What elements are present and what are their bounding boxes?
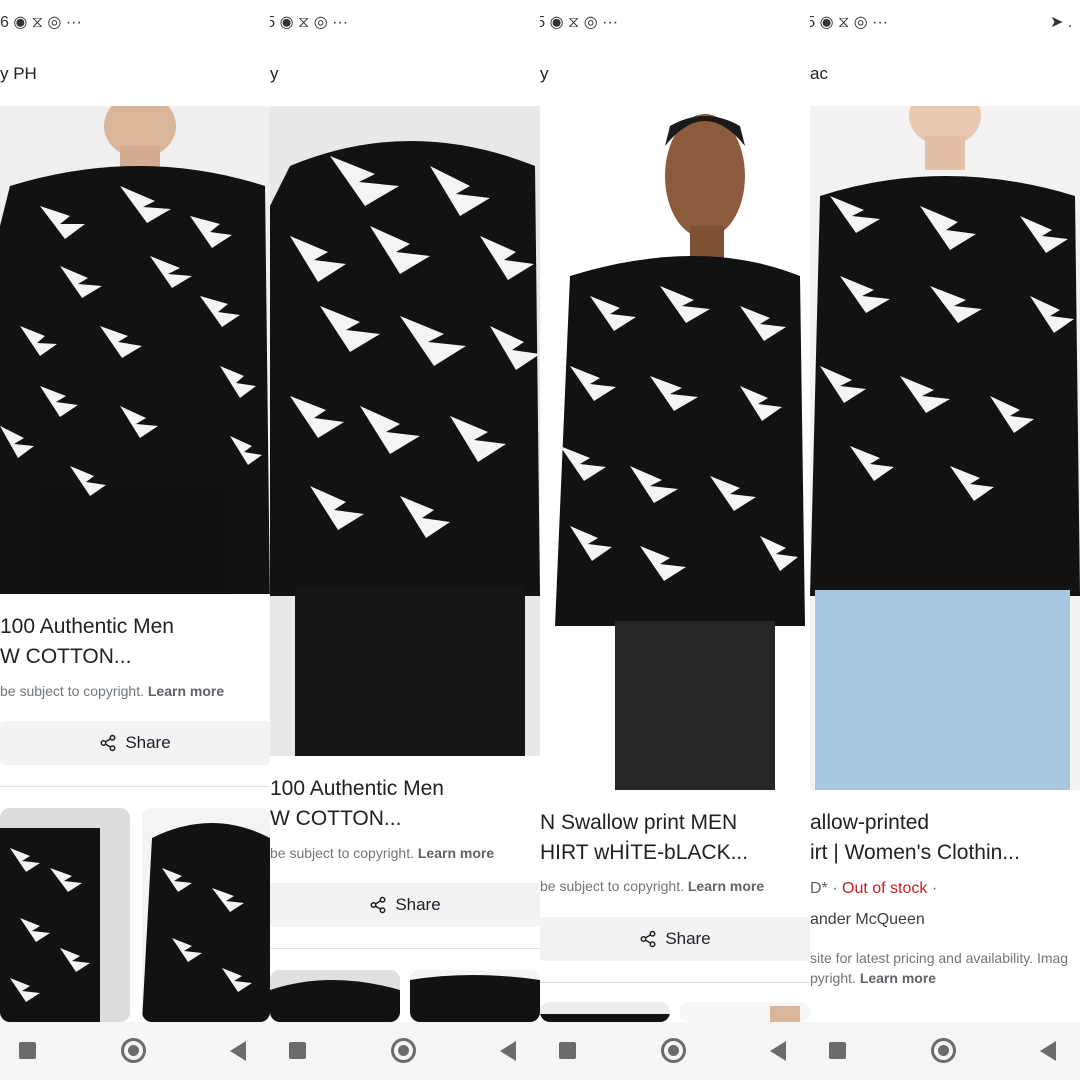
back-icon[interactable] [1040,1041,1056,1061]
learn-more-link[interactable]: Learn more [688,878,764,894]
home-icon[interactable] [121,1038,146,1063]
stock-status: Out of stock [842,880,928,897]
status-bar: 6 ◉ ⧖ ◎ ··· [0,10,270,38]
screenshot-panel-2: ➤ .5 ◉ ⧖ ◎ ··· y [270,0,540,1080]
screenshot-panel-4: ➤ .5 ◉ ⧖ ◎ ··· ➤ . ac [810,0,1080,1080]
status-bar: ➤ .5 ◉ ⧖ ◎ ··· [540,10,810,38]
share-icon [100,734,116,752]
price-stock-row: D* · Out of stock · [810,880,938,897]
model-photo-women [810,106,1080,790]
site-name: y PH [0,64,37,83]
copyright-notice: be subject to copyright. Learn more [270,845,495,861]
recent-apps-icon[interactable] [559,1042,576,1059]
home-icon[interactable] [931,1038,956,1063]
android-nav-bar [270,1022,540,1080]
product-image[interactable] [810,106,1080,790]
back-icon[interactable] [230,1041,246,1061]
share-icon [370,896,386,914]
screenshot-panel-1: 6 ◉ ⧖ ◎ ··· y PH 100 Authentic Men W COT… [0,0,270,1080]
related-image-thumb[interactable] [680,1002,810,1022]
copyright-notice: be subject to copyright. Learn more [540,878,765,894]
learn-more-link[interactable]: Learn more [418,845,494,861]
product-title[interactable]: 100 Authentic Men W COTTON... [270,774,444,834]
divider [0,786,270,787]
status-icons: ➤ .5 ◉ ⧖ ◎ ··· [540,14,619,31]
related-image-thumb[interactable] [142,808,270,1022]
share-button[interactable]: Share [270,883,540,927]
screenshot-panel-3: ➤ .5 ◉ ⧖ ◎ ··· y [540,0,810,1080]
related-image-thumb[interactable] [270,970,400,1022]
related-image-thumb[interactable] [0,808,130,1022]
sweater-photo-front [0,106,270,594]
site-name: y [540,64,549,83]
site-name: y [270,64,279,83]
product-title[interactable]: 100 Authentic Men W COTTON... [0,612,174,672]
share-button[interactable]: Share [540,917,810,961]
product-title[interactable]: allow-printed irt | Women's Clothin... [810,808,1020,868]
copyright-notice: be subject to copyright. Learn more [0,683,225,699]
sweater-photo-back [270,106,540,756]
back-icon[interactable] [770,1041,786,1061]
recent-apps-icon[interactable] [19,1042,36,1059]
divider [270,948,540,949]
product-image[interactable] [0,106,270,594]
related-image-thumb[interactable] [540,1002,670,1022]
status-icons: 6 ◉ ⧖ ◎ ··· [0,14,82,31]
share-button[interactable]: Share [0,721,270,765]
home-icon[interactable] [391,1038,416,1063]
divider [540,982,810,983]
status-icons-next: ➤ . [1050,14,1073,31]
android-nav-bar [810,1022,1080,1080]
pricing-notice: site for latest pricing and availability… [810,950,1069,986]
product-image[interactable] [270,106,540,756]
learn-more-link[interactable]: Learn more [860,970,936,986]
android-nav-bar [540,1022,810,1080]
product-title[interactable]: N Swallow print MEN HIRT wHİTE-bLACK... [540,808,748,868]
android-nav-bar [0,1022,270,1080]
status-icons: ➤ .5 ◉ ⧖ ◎ ··· [810,14,889,31]
related-image-thumb[interactable] [410,970,540,1022]
recent-apps-icon[interactable] [289,1042,306,1059]
recent-apps-icon[interactable] [829,1042,846,1059]
learn-more-link[interactable]: Learn more [148,683,224,699]
status-bar: ➤ .5 ◉ ⧖ ◎ ··· ➤ . [810,10,1080,38]
site-name: ac [810,64,828,83]
product-image[interactable] [540,106,810,790]
back-icon[interactable] [500,1041,516,1061]
status-bar: ➤ .5 ◉ ⧖ ◎ ··· [270,10,540,38]
share-icon [640,930,656,948]
status-icons: ➤ .5 ◉ ⧖ ◎ ··· [270,14,349,31]
brand-name: ander McQueen [810,911,925,928]
model-photo-front [540,106,810,790]
price-text: D* · [810,880,838,897]
home-icon[interactable] [661,1038,686,1063]
